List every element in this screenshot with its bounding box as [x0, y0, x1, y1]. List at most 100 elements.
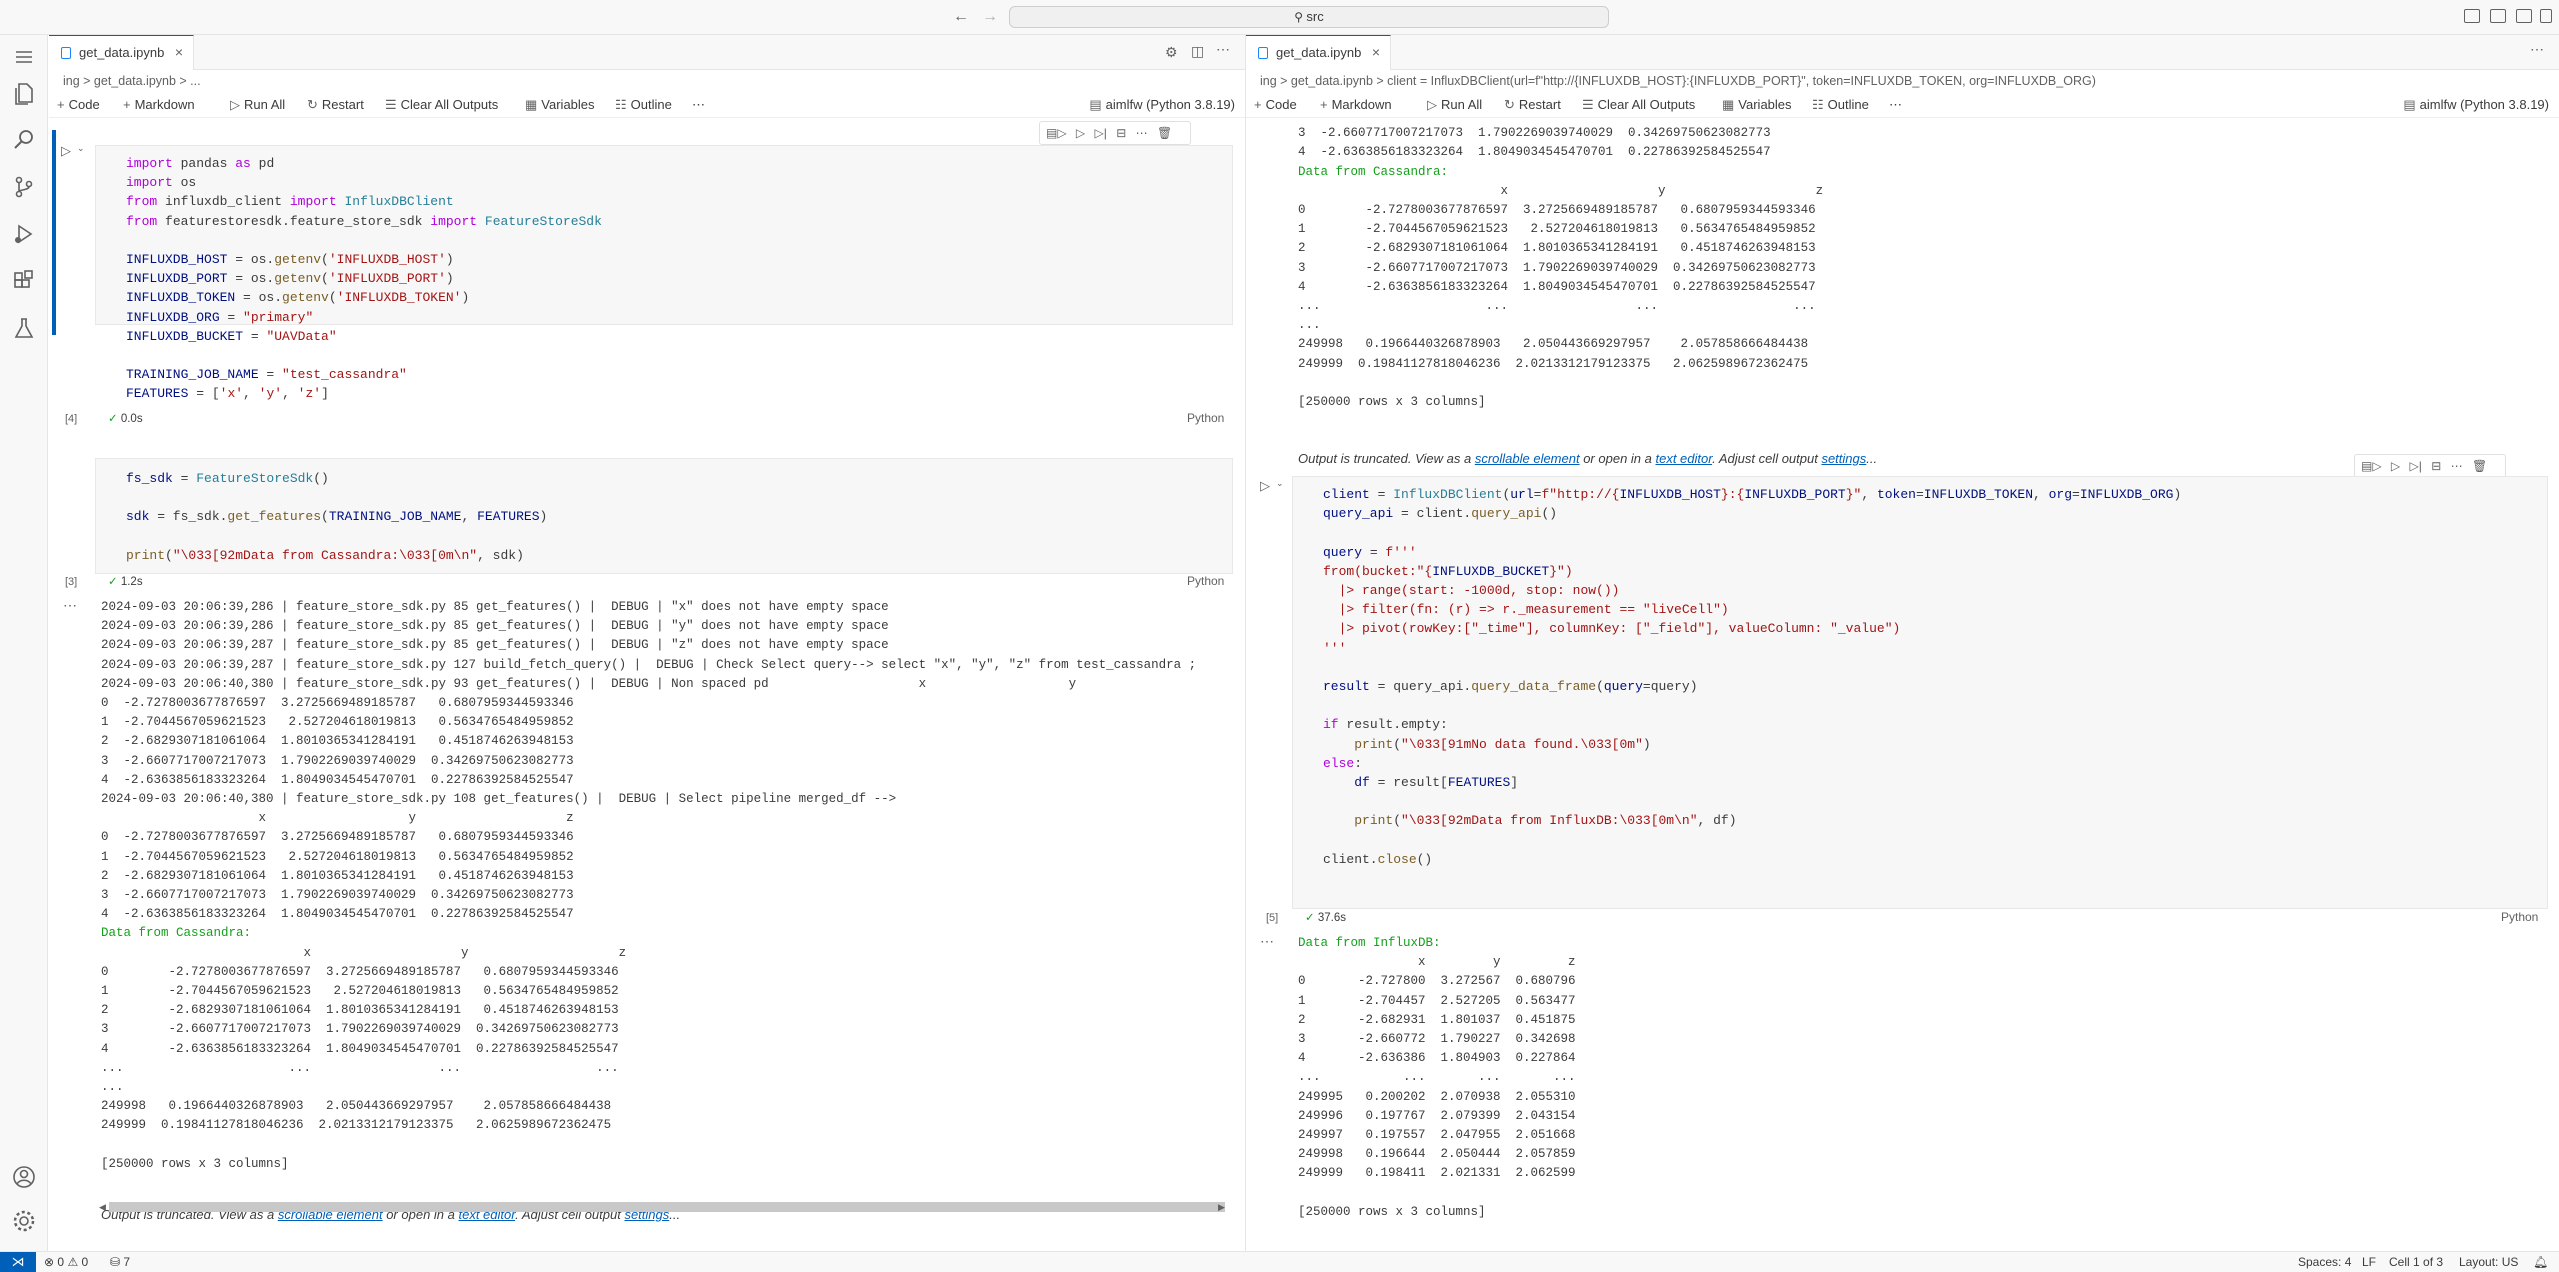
more-icon[interactable]: ⋯	[692, 92, 705, 118]
breadcrumb[interactable]: ing > get_data.ipynb > ...	[49, 70, 1245, 92]
account-icon[interactable]	[10, 1163, 38, 1191]
explorer-icon[interactable]	[10, 79, 38, 107]
more-actions-icon[interactable]: ⋯	[2530, 41, 2544, 58]
eol-indicator[interactable]: LF	[2362, 1252, 2376, 1272]
variables-icon: ▦	[1722, 97, 1735, 112]
cell-language[interactable]: Python	[1187, 411, 1224, 425]
toggle-panel-icon[interactable]	[2490, 9, 2506, 23]
outline-icon: ☷	[1812, 97, 1824, 112]
cell-focus-indicator	[52, 130, 56, 335]
clear-all-outputs-button[interactable]: ☰ Clear All Outputs	[385, 92, 498, 118]
cell-language[interactable]: Python	[1187, 574, 1224, 588]
add-markdown-button[interactable]: + Markdown	[1320, 92, 1392, 118]
keyboard-layout-indicator[interactable]: Layout: US	[2459, 1252, 2518, 1272]
toggle-sidebar-icon[interactable]	[2464, 9, 2480, 23]
horizontal-scrollbar[interactable]	[109, 1202, 1225, 1212]
run-by-line-icon[interactable]: ▤▷	[1046, 126, 1067, 140]
search-icon[interactable]	[10, 126, 38, 154]
testing-icon[interactable]	[10, 314, 38, 342]
scrollable-element-link[interactable]: scrollable element	[1475, 451, 1580, 466]
split-editor-icon[interactable]: ◫	[1191, 43, 1204, 60]
extensions-icon[interactable]	[10, 267, 38, 295]
variables-button[interactable]: ▦ Variables	[1722, 92, 1792, 118]
more-icon[interactable]: ⋯	[1889, 92, 1902, 118]
tab-get-data-ipynb[interactable]: get_data.ipynb ×	[1246, 35, 1391, 70]
more-actions-icon[interactable]: ⋯	[1216, 41, 1230, 58]
notebook-toolbar: + Code + Markdown ▷ Run All ↻ Restart ☰ Clear…	[1246, 92, 2559, 118]
cell-output: 2 -2.6829307181061064 1.8010365341284191…	[1298, 118, 1824, 410]
settings-gear-icon[interactable]	[10, 1207, 38, 1235]
ports-indicator[interactable]: ⛁ 7	[110, 1252, 130, 1272]
run-by-line-icon[interactable]: ▤▷	[2361, 459, 2382, 473]
kernel-icon: ▤	[1089, 97, 1102, 112]
cell-language[interactable]: Python	[2501, 910, 2538, 924]
kernel-picker[interactable]: ▤ aimlfw (Python 3.8.19)	[1089, 92, 1235, 118]
command-center-search[interactable]: ⚲ src	[1009, 6, 1609, 28]
output-truncated-notice: Output is truncated. View as a scrollabl…	[1298, 451, 1877, 466]
outline-label: Outline	[1827, 97, 1869, 112]
delete-icon[interactable]: 🗑	[1157, 126, 1172, 140]
menu-icon[interactable]	[10, 43, 38, 71]
more-icon[interactable]: ⋯	[2451, 459, 2463, 473]
run-cell-icon[interactable]: ▷	[1260, 478, 1270, 494]
add-code-label: Code	[68, 97, 100, 112]
more-icon[interactable]: ⋯	[1136, 126, 1148, 140]
run-cell-icon[interactable]: ▷	[61, 143, 71, 159]
breadcrumb[interactable]: ing > get_data.ipynb > client = InfluxDB…	[1246, 70, 2559, 92]
run-all-button[interactable]: ▷ Run All	[1427, 92, 1482, 118]
toggle-secondary-sidebar-icon[interactable]	[2516, 9, 2532, 23]
delete-icon[interactable]: 🗑	[2472, 459, 2487, 473]
previous-output-viewport: 2 -2.6829307181061064 1.8010365341284191…	[1246, 118, 2559, 475]
output-more-icon[interactable]: ⋯	[63, 597, 77, 614]
warning-icon: ⚠	[67, 1255, 79, 1269]
code-cell-1[interactable]: import pandas as pd import os from influ…	[95, 145, 1233, 401]
execute-below-icon[interactable]: ▷|	[1095, 126, 1107, 140]
ports-icon: ⛁	[110, 1255, 121, 1269]
remote-indicator-icon[interactable]: ⋊	[0, 1252, 36, 1272]
kernel-picker[interactable]: ▤ aimlfw (Python 3.8.19)	[2403, 92, 2549, 118]
execute-above-icon[interactable]: ▷	[1076, 126, 1085, 140]
indentation-indicator[interactable]: Spaces: 4	[2298, 1252, 2351, 1272]
text-editor-link[interactable]: text editor	[1655, 451, 1712, 466]
restart-button[interactable]: ↻ Restart	[1504, 92, 1561, 118]
add-code-button[interactable]: + Code	[1254, 92, 1297, 118]
customize-layout-icon[interactable]	[2540, 9, 2552, 23]
gear-icon[interactable]: ⚙	[1165, 44, 1178, 61]
add-code-button[interactable]: + Code	[57, 92, 100, 118]
split-cell-icon[interactable]: ⊟	[1116, 126, 1126, 140]
source-control-icon[interactable]	[10, 173, 38, 201]
run-debug-icon[interactable]	[10, 220, 38, 248]
scroll-right-icon[interactable]: ▶	[1218, 1202, 1225, 1213]
run-all-button[interactable]: ▷ Run All	[230, 92, 285, 118]
forward-arrow-icon[interactable]: →	[982, 8, 998, 26]
execute-above-icon[interactable]: ▷	[2391, 459, 2400, 473]
settings-link[interactable]: settings	[1821, 451, 1866, 466]
chevron-down-icon[interactable]: ⌄	[1276, 478, 1284, 489]
variables-button[interactable]: ▦ Variables	[525, 92, 595, 118]
close-icon[interactable]: ×	[1372, 36, 1380, 69]
execute-below-icon[interactable]: ▷|	[2410, 459, 2422, 473]
code-cell-2[interactable]: fs_sdk = FeatureStoreSdk() sdk = fs_sdk.…	[95, 458, 1233, 574]
notifications-bell-icon[interactable]: 🔔︎	[2533, 1252, 2548, 1272]
restart-icon: ↻	[307, 97, 318, 112]
code-editor[interactable]: fs_sdk = FeatureStoreSdk() sdk = fs_sdk.…	[126, 469, 547, 565]
add-markdown-label: Markdown	[1331, 97, 1392, 112]
output-more-icon[interactable]: ⋯	[1260, 933, 1274, 950]
outline-button[interactable]: ☷ Outline	[1812, 92, 1869, 118]
search-text: src	[1306, 9, 1324, 24]
close-icon[interactable]: ×	[175, 36, 183, 69]
outline-button[interactable]: ☷ Outline	[615, 92, 672, 118]
add-markdown-button[interactable]: + Markdown	[123, 92, 195, 118]
cell-position-indicator[interactable]: Cell 1 of 3	[2389, 1252, 2443, 1272]
restart-button[interactable]: ↻ Restart	[307, 92, 364, 118]
scroll-left-icon[interactable]: ◀	[99, 1202, 106, 1213]
code-editor[interactable]: client = InfluxDBClient(url=f"http://{IN…	[1323, 485, 2181, 869]
clear-all-outputs-button[interactable]: ☰ Clear All Outputs	[1582, 92, 1695, 118]
problems-indicator[interactable]: ⊗ 0 ⚠ 0	[44, 1252, 88, 1272]
chevron-down-icon[interactable]: ⌄	[77, 143, 85, 154]
back-arrow-icon[interactable]: ←	[953, 8, 969, 26]
split-cell-icon[interactable]: ⊟	[2431, 459, 2441, 473]
code-cell-3[interactable]: client = InfluxDBClient(url=f"http://{IN…	[1292, 476, 2548, 909]
code-editor[interactable]: import pandas as pd import os from influ…	[126, 154, 602, 404]
tab-get-data-ipynb[interactable]: get_data.ipynb ×	[49, 35, 194, 70]
